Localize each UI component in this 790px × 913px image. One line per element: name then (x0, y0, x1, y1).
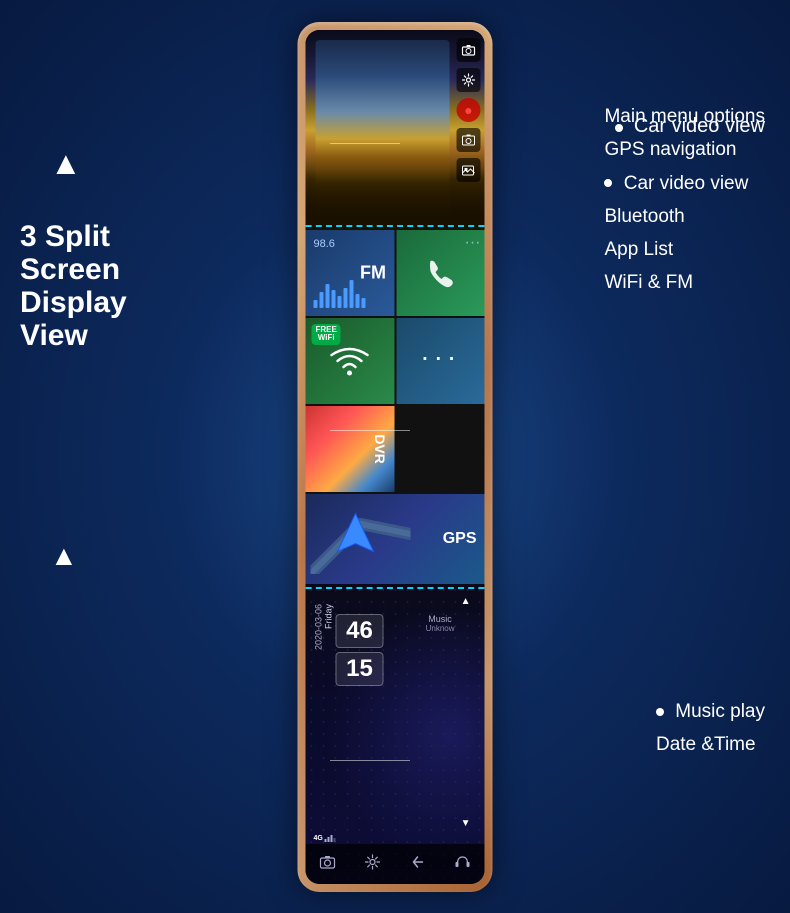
bottom-nav-bar (306, 844, 485, 884)
scroll-down-arrow[interactable]: ▼ (461, 818, 471, 829)
record-icon: ● (457, 98, 481, 122)
date-display: 2020-03-06 (314, 604, 324, 650)
fm-label: FM (360, 262, 386, 283)
bottom-section: ▲ 2020-03-06 Friday 46 15 Music Unknow ▼ (306, 584, 485, 884)
device-frame: ● 98.6 (298, 22, 493, 892)
music-info: Music Unknow (426, 614, 455, 633)
menu-label-applist: App List (604, 233, 765, 266)
menu-label-car: Car video view (604, 167, 765, 200)
nav-headphones-icon[interactable] (454, 855, 470, 872)
split-screen-label: 3 SplitScreenDisplayView (20, 220, 127, 352)
arrow-up-top: ▲ (50, 145, 82, 182)
4g-label: 4G (314, 835, 323, 842)
device-frame-wrapper: ● 98.6 (298, 22, 493, 892)
nav-camera-icon[interactable] (320, 855, 336, 872)
wifi-badge: FREEWiFi (312, 324, 341, 346)
gps-cell[interactable]: GPS (306, 494, 485, 584)
phone-dots: ··· (465, 234, 481, 252)
wifi-icon (330, 345, 370, 377)
photo-icon (457, 128, 481, 152)
datetime-label: Date &Time (656, 728, 765, 761)
menu-label-gps: GPS navigation (604, 133, 765, 166)
status-bar: 4G (310, 835, 481, 842)
dots-icon: ··· (420, 341, 460, 381)
signal-indicator: 4G (314, 835, 336, 842)
car-video-section: ● (306, 30, 485, 230)
phone-cell[interactable]: ··· (396, 230, 485, 316)
menu-label-wifi: WiFi & FM (604, 266, 765, 299)
music-artist: Unknow (426, 624, 455, 633)
gps-label: GPS (443, 530, 477, 548)
scroll-up-arrow[interactable]: ▲ (461, 596, 471, 607)
arrow-up-bottom: ▲ (50, 540, 78, 572)
nav-settings-icon[interactable] (365, 854, 381, 873)
menu-label-main: Main menu options (604, 100, 765, 133)
dvr-label: DVR (372, 434, 388, 464)
connector-line-music (330, 760, 410, 761)
nav-back-icon[interactable] (409, 855, 425, 872)
time-display: 46 15 (336, 614, 384, 686)
music-label: Music play (656, 695, 765, 728)
gallery-icon (457, 158, 481, 182)
dots-cell[interactable]: ··· (396, 318, 485, 404)
minute-display: 15 (336, 652, 384, 686)
hour-display: 46 (336, 614, 384, 648)
music-labels-block: Music play Date &Time (656, 695, 765, 762)
wifi-cell[interactable]: FREEWiFi (306, 318, 395, 404)
fm-cell[interactable]: 98.6 FM (306, 230, 395, 316)
phone-icon (422, 255, 458, 291)
split-screen-section: 98.6 FM (306, 230, 485, 584)
connector-line-car-video (330, 143, 400, 144)
connector-line-menu (330, 430, 410, 431)
fm-bars (314, 280, 366, 308)
split-grid: 98.6 FM (306, 230, 485, 584)
device-screen: ● 98.6 (306, 30, 485, 884)
camera-icon (457, 38, 481, 62)
menu-labels-block: Main menu options GPS navigation Car vid… (604, 100, 765, 300)
day-display: Friday (324, 604, 334, 629)
settings-small-icon (457, 68, 481, 92)
music-title: Music (426, 614, 455, 624)
fm-frequency: 98.6 (314, 238, 335, 250)
signal-bars (325, 835, 336, 842)
dvr-cell[interactable]: DVR (306, 406, 395, 492)
camera-icons-strip: ● (457, 38, 481, 182)
gps-arrow (336, 511, 376, 566)
menu-label-bluetooth: Bluetooth (604, 200, 765, 233)
